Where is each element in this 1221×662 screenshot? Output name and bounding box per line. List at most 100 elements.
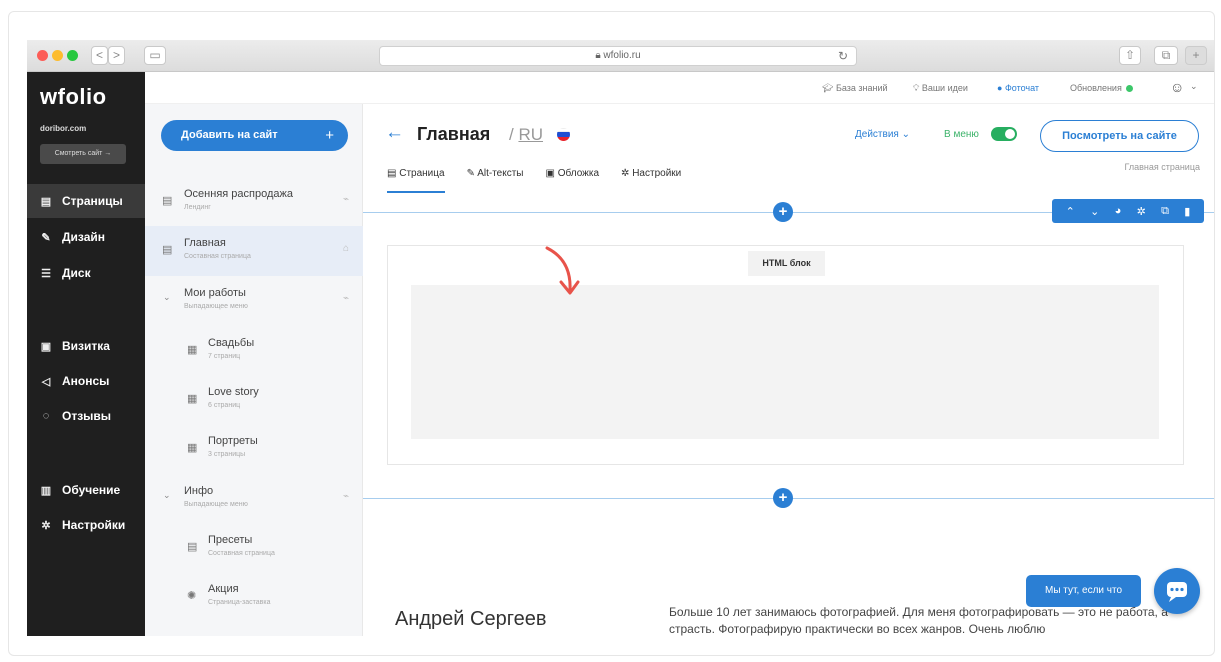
gallery-grid-icon: ▦ — [187, 344, 198, 356]
sidebar-item-settings[interactable]: ✲ Настройки — [27, 508, 145, 542]
minimize-window-button[interactable] — [52, 50, 63, 61]
actions-dropdown[interactable]: Действия ⌄ — [855, 129, 910, 140]
editor-tabs: ▤ Страница ✎ Alt-тексты ▣ Обложка ✲ Наст… — [387, 168, 681, 193]
tabs-overview-icon[interactable]: ⧉ — [1154, 46, 1178, 65]
view-site-button[interactable]: Смотреть сайт → — [40, 144, 126, 164]
page-icon: ▤ — [387, 168, 397, 179]
add-to-site-button[interactable]: Добавить на сайт + — [161, 120, 348, 151]
megaphone-icon: ◁ — [41, 375, 51, 388]
share-icon[interactable]: ⇧ — [1119, 46, 1141, 65]
database-icon: ☰ — [41, 267, 51, 280]
updates-link[interactable]: Обновления — [1070, 83, 1133, 93]
page-item-autumn-sale[interactable]: ▤ Осенняя распродажа Лендинг ⌁ — [145, 177, 363, 227]
page-item-promo[interactable]: ✺ Акция Страница-заставка — [145, 572, 363, 622]
author-name: Андрей Сергеев — [395, 608, 547, 630]
tab-page[interactable]: ▤ Страница — [387, 168, 445, 193]
site-domain: doribor.com — [40, 124, 87, 133]
image-icon: ▣ — [545, 168, 555, 179]
page-item-subtitle: Страница-заставка — [208, 599, 271, 606]
browser-window: < > ▭ 🔒︎ wfolio.ru ↻ ⇧ ⧉ + wfolio doribo… — [27, 40, 1214, 636]
author-bio: Больше 10 лет занимаюсь фотографией. Для… — [669, 605, 1168, 636]
chevron-down-icon[interactable]: ⌄ — [1190, 81, 1198, 92]
sidebar-toggle-icon[interactable]: ▭ — [144, 46, 166, 65]
photochat-link[interactable]: ● Фоточат — [997, 83, 1039, 93]
main-sidebar: wfolio doribor.com Смотреть сайт → ▤ Стр… — [27, 72, 145, 636]
page-item-my-works[interactable]: ⌄ Мои работы Выпадающее меню ⌁ — [145, 276, 363, 326]
move-down-icon[interactable]: ⌄ — [1090, 205, 1099, 218]
html-block[interactable]: HTML блок — [387, 245, 1184, 465]
browser-toolbar: < > ▭ 🔒︎ wfolio.ru ↻ ⇧ ⧉ + — [27, 40, 1214, 72]
lightbulb-icon: 💡︎ — [913, 83, 922, 93]
sidebar-item-design[interactable]: ✎ Дизайн — [27, 220, 145, 254]
home-icon[interactable]: ⌂ — [343, 243, 349, 254]
html-block-content[interactable] — [411, 285, 1159, 439]
language-selector[interactable]: / RU — [509, 125, 543, 145]
sidebar-item-card[interactable]: ▣ Визитка — [27, 329, 145, 363]
hide-icon[interactable]: ⌁ — [343, 491, 349, 502]
block-toolbar: ⌃ ⌄ ◕ ✲ ⧉ ▮ — [1052, 199, 1204, 223]
in-menu-label: В меню — [944, 129, 979, 140]
chevron-down-icon[interactable]: ⌄ — [163, 490, 171, 501]
sidebar-item-label: Анонсы — [62, 374, 110, 388]
photochat-icon: ● — [997, 83, 1005, 93]
chevron-down-icon[interactable]: ⌄ — [163, 292, 171, 303]
page-item-subtitle: 7 страниц — [208, 353, 241, 360]
page-item-info[interactable]: ⌄ Инфо Выпадающее меню ⌁ — [145, 474, 363, 524]
browser-forward-button[interactable]: > — [108, 46, 125, 65]
sidebar-item-reviews[interactable]: ◌ Отзывы — [27, 399, 145, 433]
settings-icon[interactable]: ✲ — [1137, 205, 1146, 218]
ideas-link[interactable]: 💡︎ Ваши идеи — [913, 83, 968, 94]
sidebar-item-pages[interactable]: ▤ Страницы — [27, 184, 145, 218]
user-account-icon[interactable]: ☺ — [1170, 79, 1184, 95]
page-item-love-story[interactable]: ▦ Love story 6 страниц — [145, 375, 363, 425]
edit-icon: ✎ — [466, 168, 475, 179]
chat-icon: ◌ — [42, 410, 50, 422]
russia-flag-icon — [557, 128, 570, 141]
tab-cover[interactable]: ▣ Обложка — [545, 168, 599, 193]
sidebar-item-disk[interactable]: ☰ Диск — [27, 256, 145, 290]
chat-label[interactable]: Мы тут, если что — [1026, 575, 1141, 607]
pages-panel: Добавить на сайт + ▤ Осенняя распродажа … — [145, 104, 363, 636]
page-item-portraits[interactable]: ▦ Портреты 3 страницы — [145, 424, 363, 474]
page-item-presets[interactable]: ▤ Пресеты Составная страница — [145, 523, 363, 573]
close-window-button[interactable] — [37, 50, 48, 61]
hide-icon[interactable]: ⌁ — [343, 293, 349, 304]
back-arrow-icon[interactable]: ← — [385, 122, 404, 144]
arrow-annotation-icon — [545, 246, 580, 295]
page-item-title: Мои работы — [184, 287, 246, 299]
page-item-title: Акция — [208, 583, 239, 595]
maximize-window-button[interactable] — [67, 50, 78, 61]
browser-back-button[interactable]: < — [91, 46, 108, 65]
page-item-subtitle: Составная страница — [184, 253, 251, 260]
page-item-weddings[interactable]: ▦ Свадьбы 7 страниц — [145, 326, 363, 376]
page-icon: ▤ — [162, 244, 173, 256]
tab-settings[interactable]: ✲ Настройки — [621, 168, 681, 193]
chat-bubble-icon — [1167, 582, 1187, 602]
view-on-site-button[interactable]: Посмотреть на сайте — [1040, 120, 1199, 152]
in-menu-toggle[interactable] — [991, 127, 1017, 141]
add-button-label: Добавить на сайт — [181, 129, 278, 141]
tab-alt-texts[interactable]: ✎ Alt-тексты — [467, 168, 524, 193]
sidebar-item-label: Обучение — [62, 483, 121, 497]
copy-icon[interactable]: ⧉ — [1161, 205, 1169, 218]
sidebar-item-announcements[interactable]: ◁ Анонсы — [27, 364, 145, 398]
palette-icon[interactable]: ◕ — [1115, 205, 1122, 217]
landing-icon: ▤ — [162, 195, 173, 207]
graduation-cap-icon: 🎓︎ — [822, 83, 836, 93]
new-tab-button[interactable]: + — [1185, 46, 1207, 65]
gallery-grid-icon: ▦ — [187, 442, 198, 454]
add-block-button[interactable]: + — [773, 202, 793, 222]
chat-button[interactable] — [1154, 568, 1200, 614]
reload-icon[interactable]: ↻ — [838, 47, 848, 65]
trash-icon[interactable]: ▮ — [1184, 205, 1190, 218]
hide-icon[interactable]: ⌁ — [343, 194, 349, 205]
address-bar[interactable]: 🔒︎ wfolio.ru ↻ — [379, 46, 857, 66]
move-up-icon[interactable]: ⌃ — [1066, 205, 1075, 218]
page-item-home[interactable]: ▤ Главная Составная страница ⌂ — [145, 226, 363, 276]
add-block-button[interactable]: + — [773, 488, 793, 508]
page-icon: ▤ — [40, 195, 52, 208]
sidebar-item-learning[interactable]: ▥ Обучение — [27, 473, 145, 507]
card-icon: ▣ — [40, 340, 52, 353]
breadcrumb: Главная страница — [1124, 162, 1200, 172]
knowledge-base-link[interactable]: 🎓︎ База знаний — [822, 83, 888, 94]
